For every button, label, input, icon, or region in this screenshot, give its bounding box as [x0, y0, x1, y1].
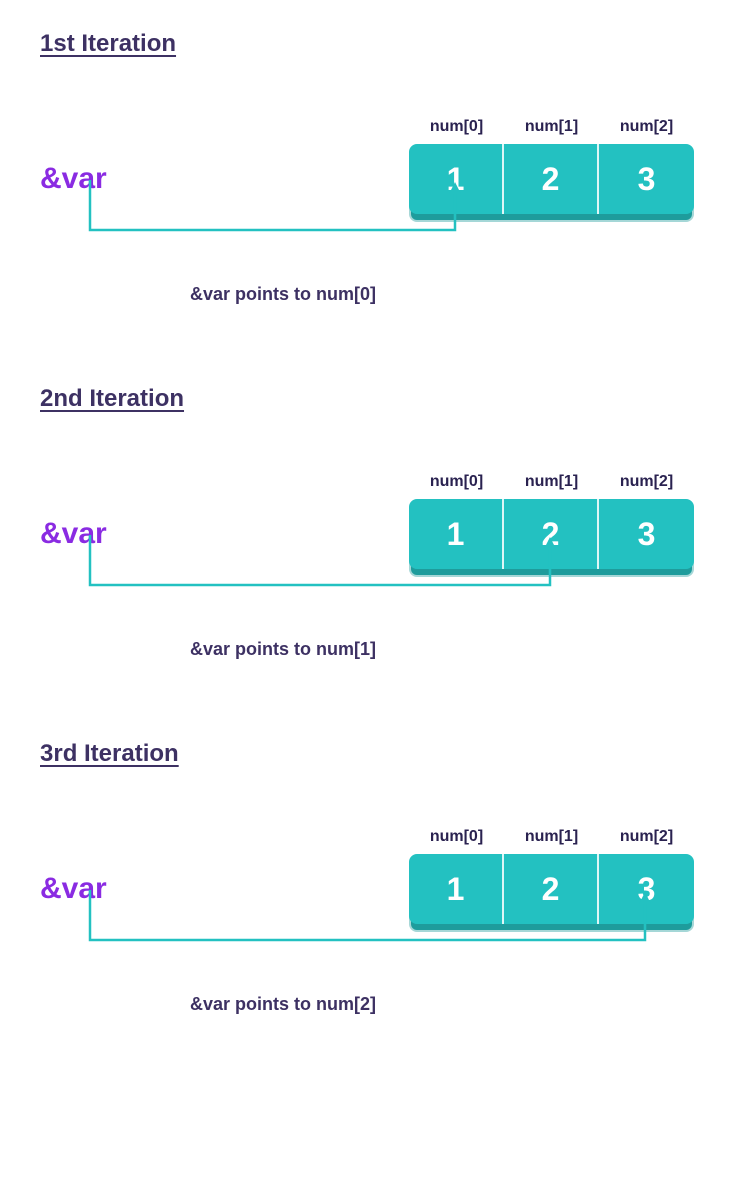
content-row: &var num[0] num[1] num[2] 1 2 3 — [40, 473, 694, 569]
index-label: num[2] — [599, 473, 694, 491]
array-cell: 3 — [599, 144, 694, 214]
array-index-labels: num[0] num[1] num[2] — [409, 118, 694, 144]
array-cell: 2 — [504, 499, 599, 569]
array-index-labels: num[0] num[1] num[2] — [409, 828, 694, 854]
index-label: num[1] — [504, 828, 599, 846]
array-box: 1 2 3 — [409, 499, 694, 569]
iteration-3: 3rd Iteration &var num[0] num[1] num[2] … — [40, 740, 694, 1015]
array-cell: 2 — [504, 854, 599, 924]
iteration-caption: &var points to num[0] — [190, 284, 694, 305]
pointer-variable: &var — [40, 872, 107, 906]
array-container: num[0] num[1] num[2] 1 2 3 — [409, 828, 694, 924]
index-label: num[2] — [599, 118, 694, 136]
array-cell: 3 — [599, 854, 694, 924]
index-label: num[0] — [409, 473, 504, 491]
array-cell: 1 — [409, 854, 504, 924]
pointer-variable: &var — [40, 517, 107, 551]
index-label: num[0] — [409, 828, 504, 846]
iteration-caption: &var points to num[1] — [190, 639, 694, 660]
index-label: num[0] — [409, 118, 504, 136]
iteration-2: 2nd Iteration &var num[0] num[1] num[2] … — [40, 385, 694, 660]
iteration-1: 1st Iteration &var num[0] num[1] num[2] … — [40, 30, 694, 305]
index-label: num[2] — [599, 828, 694, 846]
array-cell: 1 — [409, 144, 504, 214]
iteration-title: 1st Iteration — [40, 30, 694, 58]
array-container: num[0] num[1] num[2] 1 2 3 — [409, 473, 694, 569]
content-row: &var num[0] num[1] num[2] 1 2 3 — [40, 118, 694, 214]
iteration-title: 2nd Iteration — [40, 385, 694, 413]
iteration-caption: &var points to num[2] — [190, 994, 694, 1015]
array-cell: 1 — [409, 499, 504, 569]
array-cell: 2 — [504, 144, 599, 214]
pointer-variable: &var — [40, 162, 107, 196]
array-box: 1 2 3 — [409, 854, 694, 924]
content-row: &var num[0] num[1] num[2] 1 2 3 — [40, 828, 694, 924]
index-label: num[1] — [504, 118, 599, 136]
index-label: num[1] — [504, 473, 599, 491]
iteration-title: 3rd Iteration — [40, 740, 694, 768]
array-container: num[0] num[1] num[2] 1 2 3 — [409, 118, 694, 214]
array-cell: 3 — [599, 499, 694, 569]
array-box: 1 2 3 — [409, 144, 694, 214]
array-index-labels: num[0] num[1] num[2] — [409, 473, 694, 499]
